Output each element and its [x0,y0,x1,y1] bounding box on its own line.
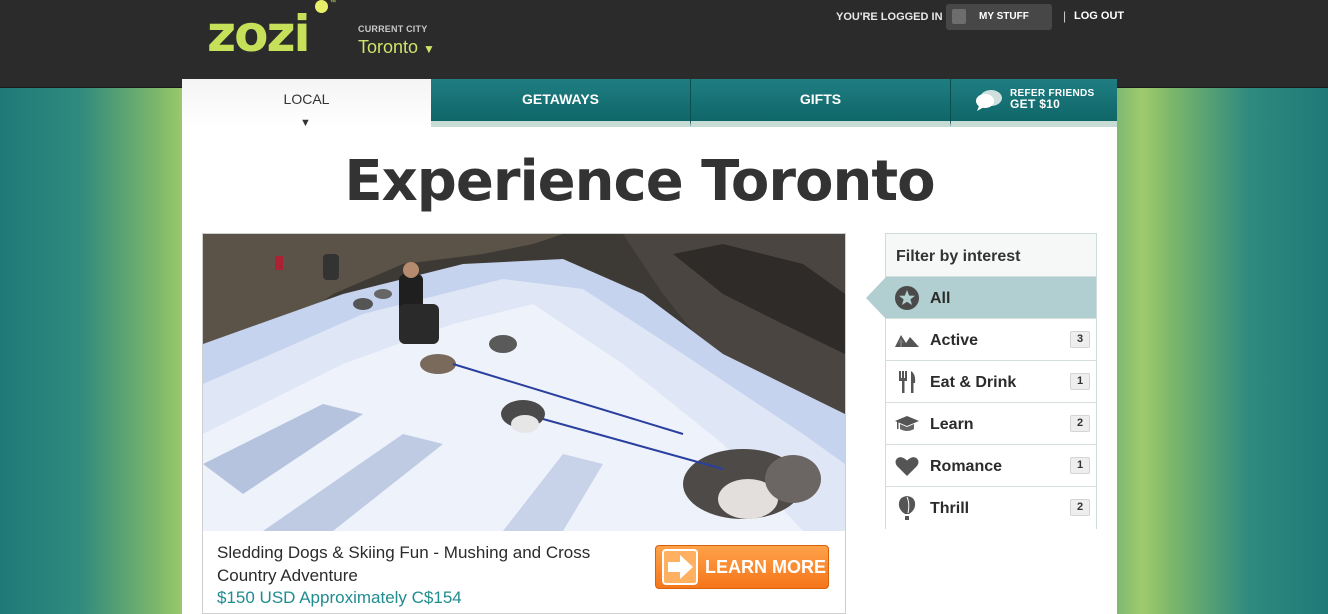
heart-icon [895,457,919,476]
filter-item-thrill[interactable]: Thrill 2 [886,487,1096,529]
learn-more-button[interactable]: LEARN MORE [655,545,829,589]
sled-dogs-photo [203,234,845,531]
filter-label-thrill: Thrill [930,500,970,517]
my-stuff-button[interactable]: MY STUFF [946,4,1052,30]
filter-item-active[interactable]: Active 3 [886,319,1096,361]
active-tab-caret-icon: ▼ [300,117,311,129]
user-avatar-icon [952,9,966,24]
tab-refer-friends[interactable]: REFER FRIENDS GET $10 [951,79,1117,127]
filter-count-active: 3 [1070,331,1090,348]
category-tabs: LOCAL ▼ GETAWAYS GIFTS REFER FRIENDS GET… [182,79,1117,129]
refer-friends-line2: GET $10 [1010,97,1061,111]
filter-count-eat-drink: 1 [1070,373,1090,390]
zozi-logo[interactable]: zozi [207,6,311,62]
page-title: Experience Toronto [344,149,935,214]
tab-local-label: LOCAL [283,91,330,107]
my-stuff-label: MY STUFF [979,11,1029,22]
active-pointer [866,277,886,319]
filter-item-all[interactable]: All [866,277,1096,319]
logged-in-status: YOU'RE LOGGED IN [836,11,943,23]
filter-item-learn[interactable]: Learn 2 [886,403,1096,445]
deal-image[interactable] [203,234,845,531]
star-icon [895,286,919,310]
filter-count-romance: 1 [1070,457,1090,474]
filter-label-learn: Learn [930,416,974,433]
learn-more-label: LEARN MORE [705,557,826,577]
featured-deal-card[interactable]: Sledding Dogs & Skiing Fun - Mushing and… [202,233,846,614]
graduation-cap-icon [895,416,919,431]
refer-friends-text: REFER FRIENDS GET $10 [1010,88,1094,110]
speech-bubbles-icon [976,90,1002,111]
top-header-bar: zozi ™ CURRENT CITY Toronto ▼ YOU'RE LOGG… [0,0,1328,88]
fork-knife-icon [899,371,916,393]
main-content-panel: LOCAL ▼ GETAWAYS GIFTS REFER FRIENDS GET… [182,79,1117,614]
filter-label-all: All [930,290,951,307]
header-separator: | [1063,9,1067,23]
filter-panel: Filter by interest All Active 3 Eat & Dr… [866,233,1097,529]
arrow-right-icon [662,549,698,585]
logo-dot-icon [315,0,328,13]
hot-air-balloon-icon [898,496,916,520]
deal-title[interactable]: Sledding Dogs & Skiing Fun - Mushing and… [217,541,637,587]
tab-getaways[interactable]: GETAWAYS [431,79,691,127]
filter-label-eat-drink: Eat & Drink [930,374,1017,391]
logo-trademark: ™ [330,0,336,6]
current-city-label: CURRENT CITY [358,24,428,34]
filter-item-romance[interactable]: Romance 1 [886,445,1096,487]
tab-local[interactable]: LOCAL ▼ [182,79,431,129]
filter-item-eat-drink[interactable]: Eat & Drink 1 [886,361,1096,403]
filter-heading: Filter by interest [886,234,1096,277]
logout-link[interactable]: LOG OUT [1074,10,1124,22]
filter-count-thrill: 2 [1070,499,1090,516]
current-city-selector[interactable]: Toronto ▼ [358,37,435,58]
filter-label-active: Active [930,332,979,349]
filter-label-romance: Romance [930,458,1003,475]
caret-down-icon: ▼ [423,42,435,56]
current-city-value: Toronto [358,37,419,57]
mountains-icon [895,335,919,347]
filter-count-learn: 2 [1070,415,1090,432]
tab-gifts[interactable]: GIFTS [691,79,951,127]
deal-price: $150 USD Approximately C$154 [217,588,462,607]
